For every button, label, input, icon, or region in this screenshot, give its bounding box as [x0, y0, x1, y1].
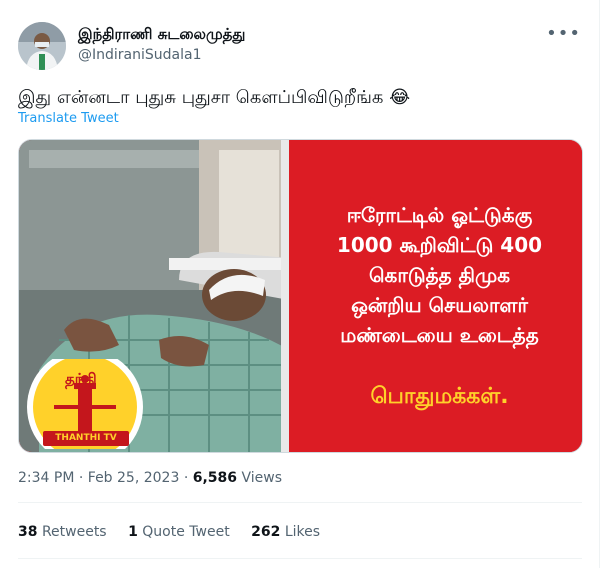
headline-last-line: பொதுமக்கள். — [370, 384, 509, 409]
quote-tweets-stat[interactable]: 1 Quote Tweet — [128, 522, 230, 542]
channel-logo-title: தந்தி — [65, 370, 97, 388]
likes-count: 262 — [251, 524, 281, 540]
divider — [18, 502, 582, 503]
headline-line: ஒன்றிய செயலாளர் — [351, 293, 528, 317]
author-block: இந்திராணி சுடலைமுத்து @IndiraniSudala1 — [78, 24, 245, 65]
more-options-button[interactable]: ••• — [546, 24, 581, 44]
retweets-count: 38 — [18, 524, 38, 540]
channel-logo-sub: THANTHI TV — [43, 431, 129, 446]
avatar-image — [18, 22, 66, 70]
headline-text: ஈரோட்டில் ஓட்டுக்கு 1000 கூறிவிட்டு 400 … — [295, 200, 582, 350]
tweet-date[interactable]: Feb 25, 2023 — [88, 470, 180, 486]
author-display-name[interactable]: இந்திராணி சுடலைமுத்து — [78, 24, 245, 44]
tweet-card: இந்திராணி சுடலைமுத்து @IndiraniSudala1 •… — [0, 0, 600, 568]
translate-tweet-link[interactable]: Translate Tweet — [18, 110, 119, 128]
headline-line: மண்டையை உடைத்த — [340, 323, 539, 347]
retweets-stat[interactable]: 38 Retweets — [18, 522, 107, 542]
likes-stat[interactable]: 262 Likes — [251, 522, 320, 542]
avatar[interactable] — [18, 22, 66, 70]
headline-line: கொடுத்த திமுக — [368, 263, 511, 287]
tweet-media[interactable]: தந்தி THANTHI TV ஈரோட்டில் ஓட்டுக்கு 100… — [18, 139, 583, 453]
meta-separator: · — [78, 470, 84, 486]
quotes-label: Quote Tweet — [142, 524, 230, 540]
retweets-label: Retweets — [41, 524, 107, 540]
author-handle[interactable]: @IndiraniSudala1 — [78, 45, 245, 65]
likes-label: Likes — [284, 524, 321, 540]
quotes-count: 1 — [128, 524, 138, 540]
views-label: Views — [241, 470, 283, 486]
headline-line: 1000 கூறிவிட்டு 400 — [336, 233, 543, 257]
meta-separator: · — [183, 470, 189, 486]
tweet-time[interactable]: 2:34 PM — [18, 470, 74, 486]
tweet-meta: 2:34 PM · Feb 25, 2023 · 6,586 Views — [18, 468, 282, 488]
tweet-stats: 38 Retweets 1 Quote Tweet 262 Likes — [18, 522, 337, 542]
headline-line: ஈரோட்டில் ஓட்டுக்கு — [346, 203, 533, 227]
tweet-text: இது என்னடா புதுசு புதுசா கௌப்பிவிடுறீங்க… — [18, 87, 411, 108]
news-headline-panel: ஈரோட்டில் ஓட்டுக்கு 1000 கூறிவிட்டு 400 … — [289, 140, 582, 452]
divider — [18, 558, 582, 559]
more-horizontal-icon: ••• — [546, 23, 581, 44]
views-count: 6,586 — [192, 470, 238, 486]
